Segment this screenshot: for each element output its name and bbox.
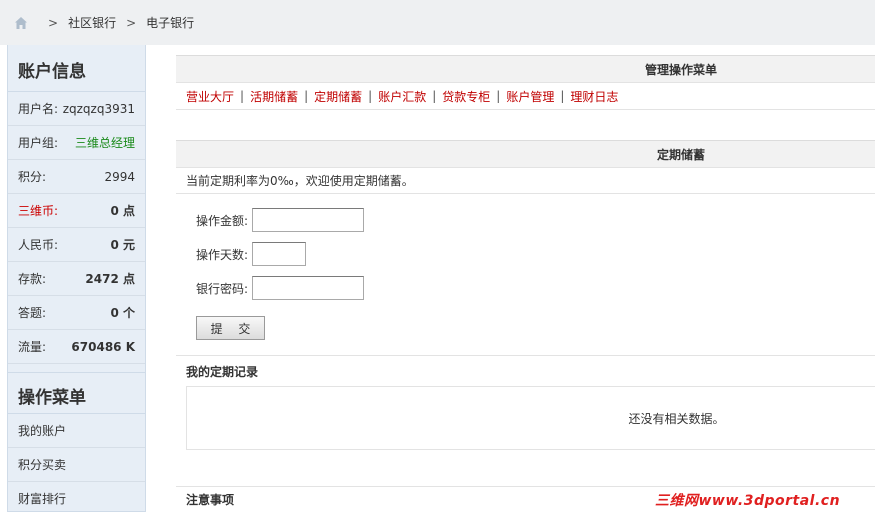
account-label: 存款: xyxy=(18,272,47,286)
link-separator: | xyxy=(368,89,373,103)
ops-menu-title: 操作菜单 xyxy=(8,372,145,414)
breadcrumb-bar: > 社区银行 > 电子银行 xyxy=(0,0,875,45)
account-value: 0 元 xyxy=(110,238,135,252)
breadcrumb-separator: > xyxy=(48,15,59,30)
account-row-coins: 三维币: 0 点 xyxy=(8,194,145,228)
account-value: 0 点 xyxy=(110,204,135,218)
account-row-points: 积分: 2994 xyxy=(8,160,145,194)
link-separator: | xyxy=(432,89,437,103)
records-title: 我的定期记录 xyxy=(186,364,259,379)
breadcrumb: > 社区银行 > 电子银行 xyxy=(14,14,194,31)
account-label: 人民币: xyxy=(18,238,59,252)
fixed-savings-panel: 定期储蓄 当前定期利率为0‰，欢迎使用定期储蓄。 操作金额: 操作天数: 银行密… xyxy=(176,140,875,450)
days-label: 操作天数: xyxy=(196,247,249,262)
manage-panel: 管理操作菜单 营业大厅 | 活期储蓄 | 定期储蓄 | 账户汇款 | 贷款专柜 … xyxy=(176,55,875,110)
amount-label: 操作金额: xyxy=(196,213,249,228)
link-remittance[interactable]: 账户汇款 xyxy=(378,88,426,105)
form-row-days: 操作天数: xyxy=(196,242,875,266)
form-row-password: 银行密码: xyxy=(196,276,875,300)
account-row-rmb: 人民币: 0 元 xyxy=(8,228,145,262)
menu-item-wealth-rank[interactable]: 财富排行 xyxy=(8,482,145,512)
link-separator: | xyxy=(240,89,245,103)
link-demand-savings[interactable]: 活期储蓄 xyxy=(250,88,298,105)
form-row-amount: 操作金额: xyxy=(196,208,875,232)
link-fixed-savings[interactable]: 定期储蓄 xyxy=(314,88,362,105)
bank-password-input[interactable] xyxy=(252,276,364,300)
empty-text: 还没有相关数据。 xyxy=(628,411,725,426)
account-label: 用户名: xyxy=(18,102,59,116)
watermark-logo: 三维网www.3dportal.cn xyxy=(655,493,841,509)
account-label: 三维币: xyxy=(18,204,59,218)
fixed-savings-form: 操作金额: 操作天数: 银行密码: 提 交 xyxy=(176,194,875,356)
account-value: 670486 K xyxy=(71,339,135,354)
account-row-answers: 答题: 0 个 xyxy=(8,296,145,330)
link-separator: | xyxy=(304,89,309,103)
breadcrumb-item-community-bank[interactable]: 社区银行 xyxy=(68,14,116,31)
link-account-manage[interactable]: 账户管理 xyxy=(506,88,554,105)
breadcrumb-item-ebank[interactable]: 电子银行 xyxy=(146,14,194,31)
manage-panel-title: 管理操作菜单 xyxy=(176,55,875,83)
account-label: 流量: xyxy=(18,340,47,354)
account-row-username: 用户名: zqzqzq3931 xyxy=(8,92,145,126)
account-row-group: 用户组: 三维总经理 xyxy=(8,126,145,160)
account-label: 答题: xyxy=(18,306,47,320)
account-value: 0 个 xyxy=(110,306,135,320)
account-value: zqzqzq3931 xyxy=(62,101,135,116)
link-separator: | xyxy=(560,89,565,103)
menu-item-points-trade[interactable]: 积分买卖 xyxy=(8,448,145,482)
submit-button[interactable]: 提 交 xyxy=(196,316,265,340)
account-value: 2994 xyxy=(104,169,135,184)
link-business-hall[interactable]: 营业大厅 xyxy=(186,88,234,105)
fixed-savings-title: 定期储蓄 xyxy=(176,140,875,168)
link-separator: | xyxy=(496,89,501,103)
manage-links: 营业大厅 | 活期储蓄 | 定期储蓄 | 账户汇款 | 贷款专柜 | 账户管理 … xyxy=(176,83,875,110)
sidebar: 账户信息 用户名: zqzqzq3931 用户组: 三维总经理 积分: 2994… xyxy=(7,45,146,512)
account-info-title: 账户信息 xyxy=(8,45,145,92)
account-value: 2472 点 xyxy=(85,272,135,286)
account-label: 用户组: xyxy=(18,136,59,150)
days-input[interactable] xyxy=(252,242,306,266)
link-finance-log[interactable]: 理财日志 xyxy=(570,88,618,105)
breadcrumb-separator: > xyxy=(126,15,137,30)
rate-notice: 当前定期利率为0‰，欢迎使用定期储蓄。 xyxy=(176,168,875,194)
records-empty: 还没有相关数据。 xyxy=(186,386,875,450)
amount-input[interactable] xyxy=(252,208,364,232)
account-value: 三维总经理 xyxy=(74,136,135,150)
menu-item-my-account[interactable]: 我的账户 xyxy=(8,414,145,448)
account-row-deposit: 存款: 2472 点 xyxy=(8,262,145,296)
account-row-traffic: 流量: 670486 K xyxy=(8,330,145,364)
home-icon[interactable] xyxy=(14,16,28,30)
account-label: 积分: xyxy=(18,170,47,184)
link-loan-counter[interactable]: 贷款专柜 xyxy=(442,88,490,105)
password-label: 银行密码: xyxy=(196,281,249,296)
